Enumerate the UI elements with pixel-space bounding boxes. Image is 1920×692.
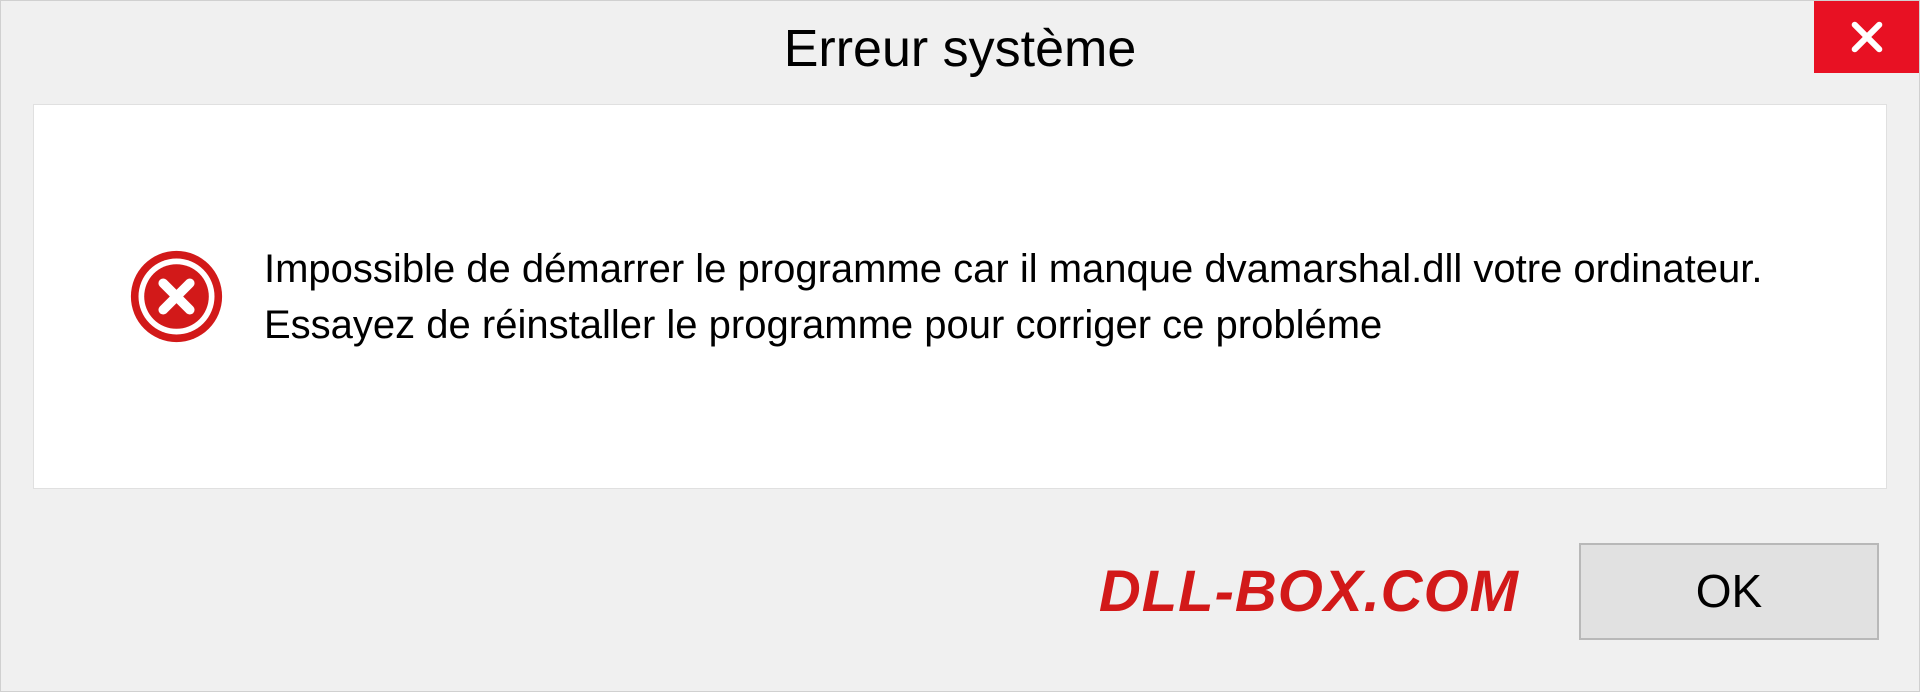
dialog-title: Erreur système <box>784 19 1137 79</box>
watermark-text: DLL-BOX.COM <box>1099 558 1519 625</box>
close-icon <box>1846 16 1888 58</box>
titlebar: Erreur système <box>1 1 1919 96</box>
error-icon <box>129 249 224 344</box>
ok-button[interactable]: OK <box>1579 543 1879 640</box>
content-panel: Impossible de démarrer le programme car … <box>33 104 1887 489</box>
system-error-dialog: Erreur système Impossible de démarrer le… <box>0 0 1920 692</box>
close-button[interactable] <box>1814 1 1919 73</box>
error-message: Impossible de démarrer le programme car … <box>264 241 1826 353</box>
dialog-footer: DLL-BOX.COM OK <box>1 521 1919 661</box>
